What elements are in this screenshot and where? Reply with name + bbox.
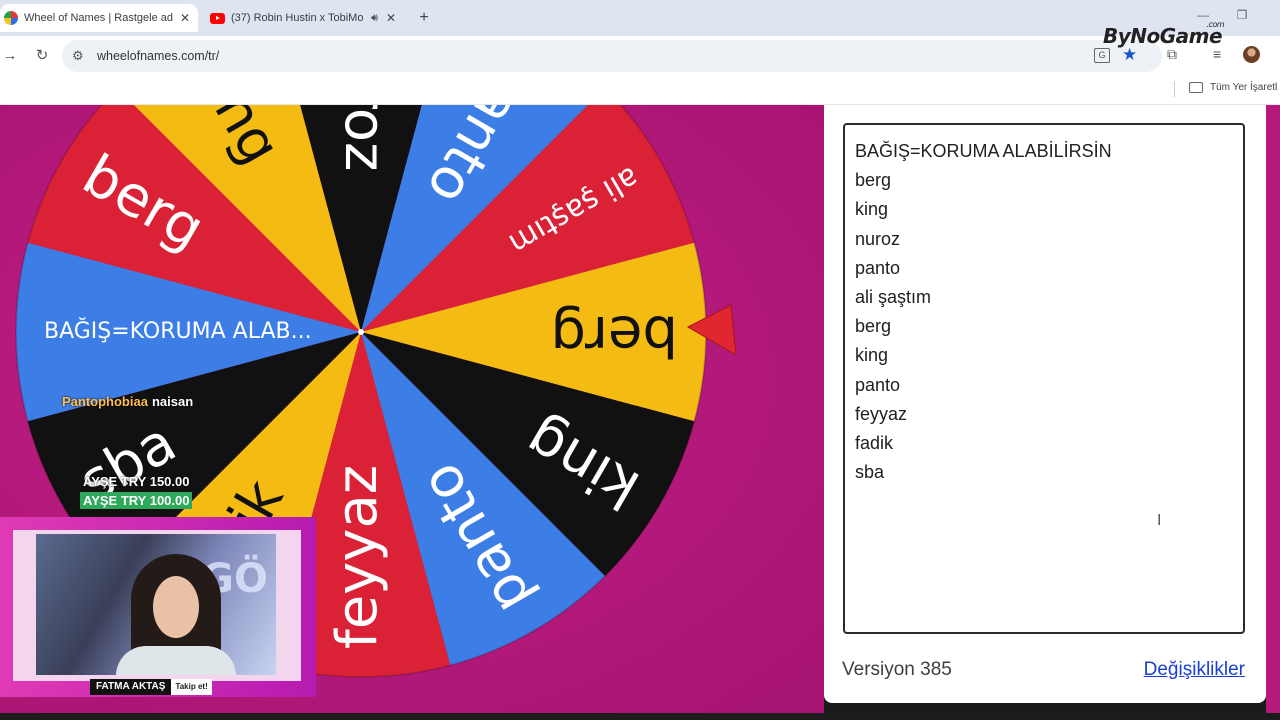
wheel-center-dot [358, 329, 364, 335]
site-settings-icon[interactable]: ⚙ [72, 48, 84, 64]
text-cursor-icon: I [1157, 512, 1162, 529]
page-edge-strip [1266, 105, 1280, 714]
close-tab-icon[interactable]: ✕ [176, 11, 194, 25]
entry-line[interactable]: panto [855, 371, 1233, 400]
webcam-video: GÖ [36, 534, 276, 675]
wheel-favicon-icon [4, 11, 18, 25]
profile-avatar[interactable] [1243, 46, 1260, 63]
reading-list-icon[interactable]: ≡ [1213, 46, 1221, 62]
version-label: Versiyon 385 [842, 659, 952, 680]
entry-line[interactable]: panto [855, 254, 1233, 283]
webcam-inner: GÖ [13, 530, 301, 681]
watermark-suffix: .com [1206, 20, 1225, 29]
bookmarks-divider [1174, 81, 1175, 97]
entry-line[interactable]: nuroz [855, 225, 1233, 254]
all-bookmarks-link[interactable]: Tüm Yer İşaretl [1210, 82, 1277, 93]
entry-line[interactable]: feyyaz [855, 400, 1233, 429]
url-text[interactable]: wheelofnames.com/tr/ [97, 49, 219, 63]
wheel-segment-label: BAĞIŞ=KORUMA ALAB... [44, 318, 312, 344]
donation-alert: AYŞE TRY 150.00 [83, 474, 190, 489]
entry-line[interactable]: king [855, 341, 1233, 370]
entries-panel: BAĞIŞ=KORUMA ALABİLİRSİN berg king nuroz pan… [824, 105, 1266, 703]
extensions-icon[interactable]: ⧉ [1167, 46, 1177, 63]
tab-title: (37) Robin Hustin x TobiMo [231, 12, 364, 24]
chat-overlay: Pantophobiaa naisan [62, 394, 193, 409]
wheel-segment-label: nuroz [332, 105, 397, 171]
translate-icon[interactable]: G [1094, 48, 1110, 63]
entries-textarea[interactable]: BAĞIŞ=KORUMA ALABİLİRSİN berg king nuroz pan… [843, 123, 1245, 634]
forward-icon[interactable]: → [0, 46, 20, 66]
bookmark-star-icon[interactable]: ★ [1122, 45, 1137, 65]
donation-alert: AYŞE TRY 100.00 [80, 492, 193, 509]
browser-toolbar: → ↻ ⚙ wheelofnames.com/tr/ G ★ [0, 36, 1280, 76]
close-tab-icon[interactable]: ✕ [382, 11, 400, 25]
streamer-shirt [116, 646, 236, 675]
bookmarks-bar: Tüm Yer İşaretl [0, 76, 1280, 105]
reload-icon[interactable]: ↻ [32, 46, 52, 66]
bottom-bar [0, 713, 1280, 720]
tab-youtube[interactable]: (37) Robin Hustin x TobiMo 🔊︎ ✕ [204, 4, 404, 32]
entry-line[interactable]: berg [855, 166, 1233, 195]
entry-line[interactable]: king [855, 195, 1233, 224]
streamer-nameplate: FATMA AKTAŞ Takip et! [90, 679, 212, 695]
changes-link[interactable]: Değişiklikler [1144, 659, 1245, 681]
tab-title: Wheel of Names | Rastgele ad s [24, 12, 176, 24]
speaker-icon[interactable]: 🔊︎ [371, 12, 378, 25]
wheel-stage: BAĞIŞ=KORUMA ALAB...bergkingnurozpantoal… [0, 105, 824, 714]
entry-line[interactable]: sba [855, 458, 1233, 487]
tab-wheel-of-names[interactable]: Wheel of Names | Rastgele ad s ✕ [0, 4, 198, 32]
address-bar[interactable]: ⚙ wheelofnames.com/tr/ G ★ [62, 40, 1162, 72]
youtube-favicon-icon [210, 12, 225, 24]
entry-line[interactable]: berg [855, 312, 1233, 341]
restore-icon[interactable]: ❐ [1232, 8, 1252, 22]
folder-icon [1189, 82, 1203, 93]
chat-nick: Pantophobiaa [62, 394, 148, 409]
watermark-text: ByNoGame [1103, 24, 1223, 48]
bynogame-watermark: ByNoGame .com [1103, 20, 1225, 48]
chat-message: naisan [151, 394, 194, 409]
entry-line[interactable]: ali şaştım [855, 283, 1233, 312]
entry-line[interactable]: fadik [855, 429, 1233, 458]
webcam-frame: GÖ [0, 517, 316, 697]
wheel-segment-label: feyyaz [325, 465, 390, 649]
wheel-segment-label: berg [550, 303, 678, 368]
browser-tab-bar: Wheel of Names | Rastgele ad s ✕ (37) Ro… [0, 0, 1280, 36]
new-tab-button[interactable]: + [414, 8, 434, 28]
streamer-face [153, 576, 199, 638]
follow-label: Takip et! [171, 679, 212, 695]
streamer-name: FATMA AKTAŞ [90, 679, 172, 695]
entry-line[interactable]: BAĞIŞ=KORUMA ALABİLİRSİN [855, 137, 1233, 166]
